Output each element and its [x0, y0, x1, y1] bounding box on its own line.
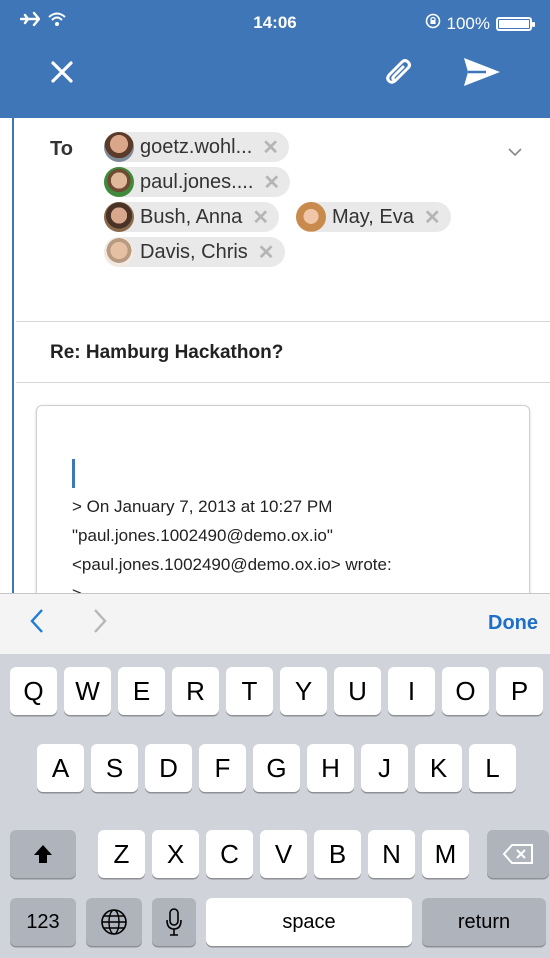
key-w[interactable]: W [64, 667, 111, 715]
recipient-chip[interactable]: goetz.wohl... ✕ [104, 132, 290, 162]
key-p[interactable]: P [496, 667, 543, 715]
attach-button[interactable] [376, 48, 424, 96]
to-field[interactable]: To goetz.wohl... ✕ paul.jones.... ✕ Bush… [16, 118, 550, 322]
avatar [104, 202, 134, 232]
send-icon [464, 58, 500, 86]
key-g[interactable]: G [253, 744, 300, 792]
close-icon [51, 61, 73, 83]
left-edge [0, 118, 14, 593]
microphone-icon [166, 908, 182, 936]
done-button[interactable]: Done [488, 612, 538, 635]
to-label: To [50, 138, 73, 160]
key-q[interactable]: Q [10, 667, 57, 715]
battery-icon [496, 16, 535, 31]
recipient-chip[interactable]: Davis, Chris ✕ [104, 237, 285, 267]
key-y[interactable]: Y [280, 667, 327, 715]
return-key[interactable]: return [422, 898, 546, 946]
remove-recipient-icon[interactable]: ✕ [252, 205, 269, 230]
chevron-down-icon[interactable] [508, 144, 522, 162]
key-j[interactable]: J [361, 744, 408, 792]
key-k[interactable]: K [415, 744, 462, 792]
keyboard-accessory-bar: Done [0, 593, 550, 654]
recipient-name: goetz.wohl... [140, 135, 253, 158]
remove-recipient-icon[interactable]: ✕ [258, 240, 275, 265]
remove-recipient-icon[interactable]: ✕ [424, 205, 441, 230]
dictation-key[interactable] [152, 898, 196, 946]
key-h[interactable]: H [307, 744, 354, 792]
text-cursor [72, 459, 75, 488]
status-bar: 14:06 100% [0, 0, 550, 46]
subject-field[interactable]: Re: Hamburg Hackathon? [16, 322, 550, 383]
key-c[interactable]: C [206, 830, 253, 878]
backspace-icon [502, 844, 533, 864]
remove-recipient-icon[interactable]: ✕ [263, 170, 280, 195]
keyboard: QWERTYUIOP ASDFGHJKL ZXCVBNM 123 space r… [0, 654, 550, 958]
key-m[interactable]: M [422, 830, 469, 878]
key-f[interactable]: F [199, 744, 246, 792]
recipient-name: May, Eva [332, 205, 414, 228]
key-t[interactable]: T [226, 667, 273, 715]
key-l[interactable]: L [469, 744, 516, 792]
delete-key[interactable] [487, 830, 549, 878]
key-e[interactable]: E [118, 667, 165, 715]
subject-text: Re: Hamburg Hackathon? [50, 342, 284, 363]
avatar [104, 167, 134, 197]
shift-icon [34, 845, 52, 863]
key-i[interactable]: I [388, 667, 435, 715]
paperclip-icon [386, 59, 411, 84]
remove-recipient-icon[interactable]: ✕ [262, 135, 279, 160]
numbers-key[interactable]: 123 [10, 898, 76, 946]
key-u[interactable]: U [334, 667, 381, 715]
quote-line: > On January 7, 2013 at 10:27 PM [72, 497, 333, 516]
avatar [104, 237, 134, 267]
battery-percent: 100% [446, 13, 490, 33]
recipient-chip[interactable]: Bush, Anna ✕ [104, 202, 280, 232]
key-v[interactable]: V [260, 830, 307, 878]
recipient-name: Davis, Chris [140, 240, 248, 263]
key-r[interactable]: R [172, 667, 219, 715]
quoted-text: > On January 7, 2013 at 10:27 PM "paul.j… [72, 492, 392, 606]
chevron-left-icon [30, 609, 43, 633]
key-b[interactable]: B [314, 830, 361, 878]
send-button[interactable] [458, 48, 506, 96]
quote-line: "paul.jones.1002490@demo.ox.io" [72, 526, 333, 545]
globe-key[interactable] [86, 898, 142, 946]
shift-key[interactable] [10, 830, 76, 878]
chevron-right-icon [94, 609, 107, 633]
avatar [104, 132, 134, 162]
status-right: 100% [425, 13, 535, 34]
avatar [296, 202, 326, 232]
space-key[interactable]: space [206, 898, 412, 946]
recipient-name: Bush, Anna [140, 205, 243, 228]
recipient-name: paul.jones.... [140, 170, 254, 193]
next-field-button[interactable] [93, 608, 107, 642]
quote-line: <paul.jones.1002490@demo.ox.io> wrote: [72, 555, 392, 574]
key-x[interactable]: X [152, 830, 199, 878]
key-o[interactable]: O [442, 667, 489, 715]
previous-field-button[interactable] [30, 608, 44, 642]
recipient-chip[interactable]: May, Eva ✕ [296, 202, 451, 232]
key-d[interactable]: D [145, 744, 192, 792]
key-s[interactable]: S [91, 744, 138, 792]
compose-header: 14:06 100% [0, 0, 550, 118]
rotation-lock-icon [425, 13, 441, 34]
key-z[interactable]: Z [98, 830, 145, 878]
key-a[interactable]: A [37, 744, 84, 792]
key-n[interactable]: N [368, 830, 415, 878]
recipient-chip[interactable]: paul.jones.... ✕ [104, 167, 291, 197]
close-button[interactable] [38, 48, 86, 96]
message-body-editor[interactable]: > On January 7, 2013 at 10:27 PM "paul.j… [36, 405, 530, 607]
globe-icon [101, 909, 127, 935]
